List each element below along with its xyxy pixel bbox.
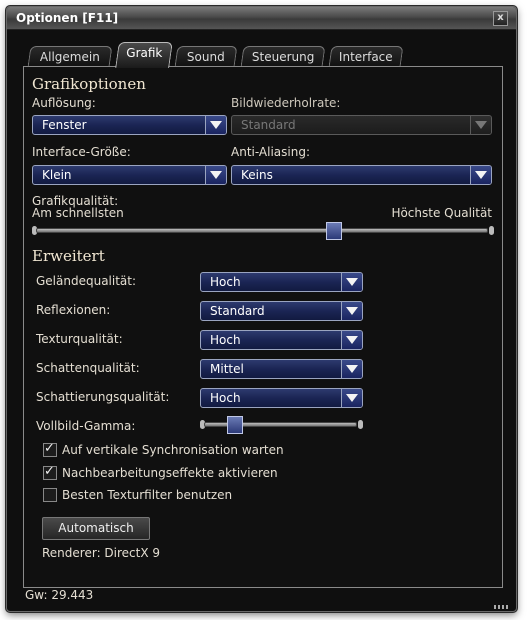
quality-slider-thumb[interactable] (326, 222, 342, 240)
tab-grafik[interactable]: Grafik (115, 42, 173, 68)
interface-size-label: Interface-Größe: (32, 145, 131, 159)
refresh-value: Standard (241, 118, 296, 132)
anti-aliasing-label: Anti-Aliasing: (231, 145, 311, 159)
renderer-text: Renderer: DirectX 9 (42, 546, 161, 560)
chevron-down-icon (205, 116, 226, 134)
gamma-slider-thumb[interactable] (227, 416, 244, 434)
terrain-label: Geländequalität: (36, 274, 137, 288)
tab-label: Allgemein (39, 50, 100, 64)
chevron-down-icon (341, 273, 362, 291)
refresh-label: Bildwiederholrate: (231, 96, 341, 110)
options-window: Optionen [F11] x Allgemein Grafik Sound … (6, 6, 517, 612)
anti-aliasing-dropdown[interactable]: Keins (231, 165, 492, 185)
vsync-label: Auf vertikale Synchronisation warten (62, 443, 284, 457)
tab-steuerung[interactable]: Steuerung (240, 46, 326, 67)
terrain-value: Hoch (210, 275, 241, 289)
tab-allgemein[interactable]: Allgemein (27, 46, 113, 67)
chevron-down-icon (341, 331, 362, 349)
version-text: Gw: 29.443 (25, 588, 94, 602)
slider-end-cap (489, 226, 494, 235)
tab-label: Steuerung (251, 50, 315, 64)
slider-end-cap (358, 420, 363, 429)
chevron-down-icon (470, 166, 491, 184)
resolution-value: Fenster (42, 118, 87, 132)
interface-size-value: Klein (42, 168, 72, 182)
shading-value: Hoch (210, 391, 241, 405)
resolution-dropdown[interactable]: Fenster (32, 115, 227, 135)
reflections-label: Reflexionen: (36, 303, 111, 317)
texture-dropdown[interactable]: Hoch (200, 330, 363, 350)
quality-min-label: Am schnellsten (32, 206, 124, 220)
refresh-dropdown: Standard (231, 115, 492, 135)
gamma-label: Vollbild-Gamma: (36, 419, 136, 433)
chevron-down-icon (470, 116, 491, 134)
texture-label: Texturqualität: (36, 332, 123, 346)
section-heading-graphics: Grafikoptionen (32, 75, 146, 93)
quality-slider-track[interactable] (36, 228, 488, 233)
interface-size-dropdown[interactable]: Klein (32, 165, 227, 185)
section-heading-advanced: Erweitert (32, 247, 105, 265)
tab-label: Grafik (126, 46, 163, 60)
grafik-panel: Grafikoptionen Auflösung: Bildwiederholr… (23, 66, 503, 588)
shadow-value: Mittel (210, 362, 244, 376)
resize-grip-icon[interactable] (494, 605, 508, 609)
terrain-dropdown[interactable]: Hoch (200, 272, 363, 292)
tab-sound[interactable]: Sound (174, 46, 238, 67)
texfilter-label: Besten Texturfilter benutzen (62, 488, 233, 502)
tab-label: Interface (339, 50, 393, 64)
shading-label: Schattierungsqualität: (36, 390, 170, 404)
texture-value: Hoch (210, 333, 241, 347)
shading-dropdown[interactable]: Hoch (200, 388, 363, 408)
quality-max-label: Höchste Qualität (391, 206, 492, 220)
shadow-dropdown[interactable]: Mittel (200, 359, 363, 379)
close-icon[interactable]: x (493, 11, 508, 26)
resolution-label: Auflösung: (32, 96, 96, 110)
postfx-label: Nachbearbeitungseffekte aktivieren (62, 466, 278, 480)
postfx-checkbox[interactable] (43, 464, 57, 480)
chevron-down-icon (341, 302, 362, 320)
tab-label: Sound (187, 50, 225, 64)
vsync-checkbox[interactable] (43, 441, 57, 457)
anti-aliasing-value: Keins (241, 168, 273, 182)
title-bar[interactable]: Optionen [F11] x (7, 7, 516, 30)
reflections-dropdown[interactable]: Standard (200, 301, 363, 321)
chevron-down-icon (341, 389, 362, 407)
automatic-button[interactable]: Automatisch (42, 517, 150, 540)
texfilter-checkbox[interactable] (43, 488, 57, 502)
chevron-down-icon (205, 166, 226, 184)
tab-interface[interactable]: Interface (328, 46, 404, 67)
reflections-value: Standard (210, 304, 265, 318)
window-title: Optionen [F11] (16, 11, 119, 25)
shadow-label: Schattenqualität: (36, 361, 140, 375)
chevron-down-icon (341, 360, 362, 378)
